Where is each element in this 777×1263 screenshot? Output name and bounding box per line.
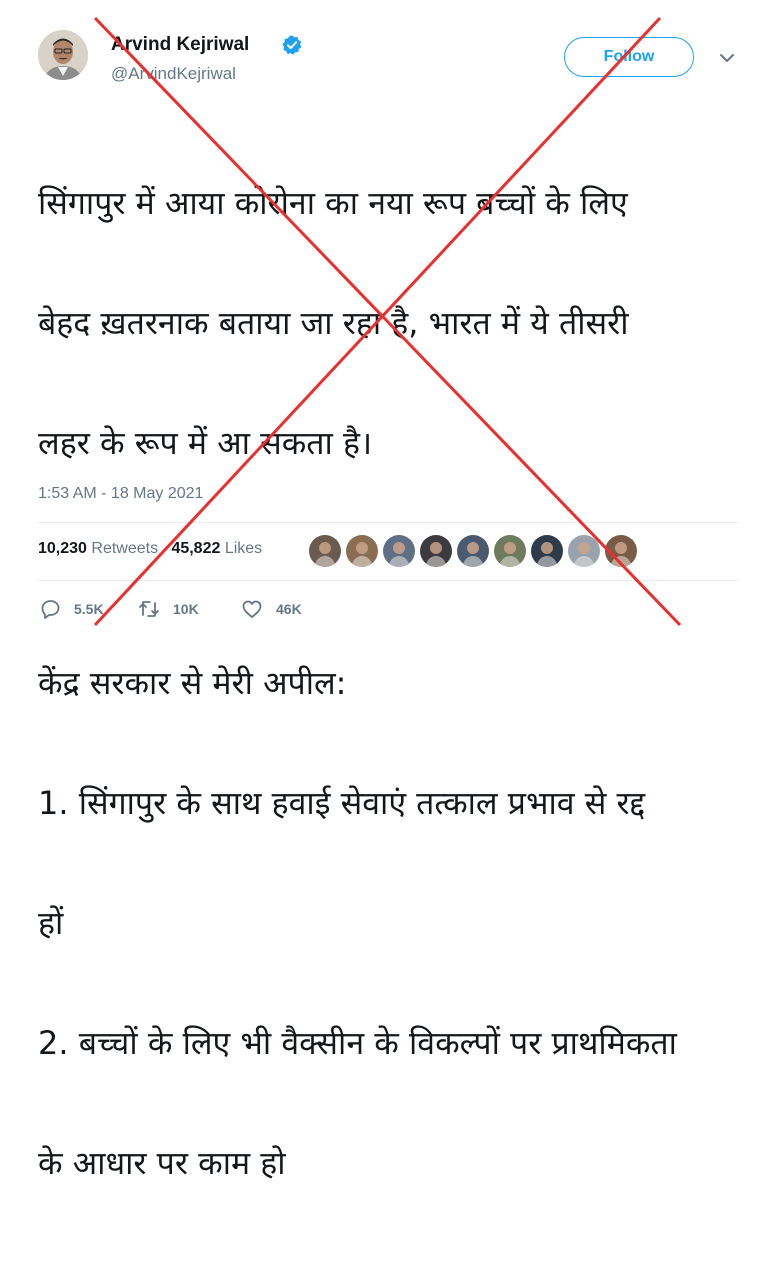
profile-photo-icon: [38, 30, 88, 80]
tweet-line: 2. बच्चों के लिए भी वैक्सीन के विकल्पों …: [38, 1024, 677, 1062]
liker-avatar[interactable]: [346, 535, 378, 567]
verified-badge-icon: [282, 35, 302, 55]
engagement-stats: 10,230 Retweets 45,822 Likes: [38, 540, 262, 558]
retweet-count-link[interactable]: 10,230 Retweets: [38, 540, 158, 557]
like-button[interactable]: 46K: [240, 597, 302, 621]
liker-avatar[interactable]: [605, 535, 637, 567]
retweet-button[interactable]: 10K: [137, 597, 199, 621]
liker-avatar[interactable]: [420, 535, 452, 567]
tweet-line: 1. सिंगापुर के साथ हवाई सेवाएं तत्काल प्…: [38, 784, 646, 822]
divider: [38, 580, 738, 581]
liker-avatars: [309, 535, 637, 567]
retweet-icon: [139, 601, 159, 617]
tweet-line: के आधार पर काम हो: [38, 1144, 286, 1182]
tweet-line: सिंगापुर में आया कोरोना का नया रूप बच्चो…: [38, 184, 628, 222]
tweet-line: केंद्र सरकार से मेरी अपील:: [38, 664, 347, 702]
author-handle[interactable]: @ArvindKejriwal: [111, 64, 236, 84]
tweet-line: हों: [38, 904, 64, 942]
retweet-action-count: 10K: [173, 601, 199, 617]
author-avatar[interactable]: [38, 30, 88, 80]
chevron-down-icon[interactable]: [719, 52, 735, 64]
liker-avatar[interactable]: [309, 535, 341, 567]
heart-icon: [242, 600, 262, 618]
like-count-label: Likes: [224, 540, 263, 557]
liker-avatar[interactable]: [494, 535, 526, 567]
tweet-text: सिंगापुर में आया कोरोना का नया रूप बच्चो…: [38, 103, 758, 1263]
like-action-count: 46K: [276, 601, 302, 617]
like-count: 45,822: [171, 540, 221, 557]
liker-avatar[interactable]: [383, 535, 415, 567]
reply-count: 5.5K: [74, 601, 104, 617]
follow-button[interactable]: Follow: [564, 37, 694, 77]
tweet-line: लहर के रूप में आ सकता है।: [38, 424, 373, 462]
retweet-count: 10,230: [38, 540, 87, 557]
author-name[interactable]: Arvind Kejriwal: [111, 34, 249, 56]
tweet-card: Arvind Kejriwal @ArvindKejriwal Follow स…: [0, 0, 777, 1182]
like-count-link[interactable]: 45,822 Likes: [171, 540, 262, 557]
liker-avatar[interactable]: [457, 535, 489, 567]
liker-avatar[interactable]: [531, 535, 563, 567]
liker-avatar[interactable]: [568, 535, 600, 567]
tweet-timestamp[interactable]: 1:53 AM - 18 May 2021: [38, 485, 203, 503]
divider: [38, 522, 738, 523]
reply-icon: [41, 600, 60, 619]
retweet-count-label: Retweets: [91, 540, 159, 557]
reply-button[interactable]: 5.5K: [38, 597, 104, 621]
tweet-line: बेहद ख़तरनाक बताया जा रहा है, भारत में य…: [38, 304, 629, 342]
